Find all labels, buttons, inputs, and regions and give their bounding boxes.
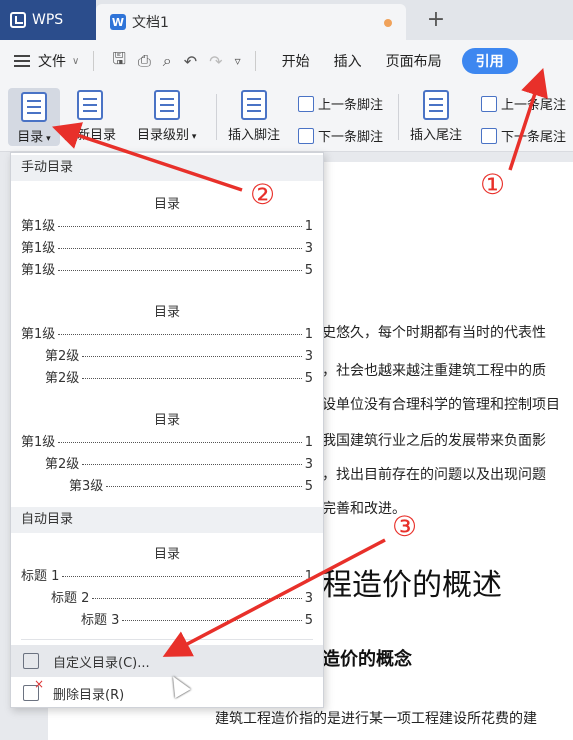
annotation-mark-2: ② (250, 178, 276, 211)
annotation-mark-1: ① (480, 168, 506, 201)
annotation-mark-3: ③ (392, 510, 418, 543)
arrow-to-toc-button (52, 122, 243, 192)
arrow-to-references-tab (508, 68, 548, 171)
arrow-to-custom-toc (162, 538, 386, 657)
annotation-arrows (52, 68, 548, 657)
